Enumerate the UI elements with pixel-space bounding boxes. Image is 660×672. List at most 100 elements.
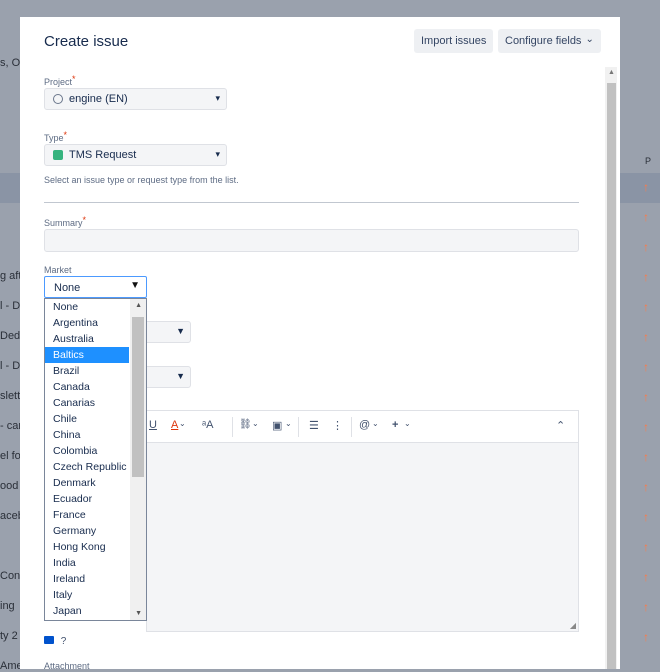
collapse-toolbar-icon[interactable]: ⌃ [556,419,565,432]
priority-arrow-icon: ↑ [643,390,649,404]
priority-arrow-icon: ↑ [643,510,649,524]
priority-arrow-icon: ↑ [643,240,649,254]
field-select-1[interactable]: ▼ [146,321,191,343]
chevron-down-icon: ▾ [215,149,220,159]
chevron-down-icon: ⌄ [285,419,292,428]
market-option[interactable]: Italy [45,587,129,603]
project-value: engine (EN) [69,93,128,105]
description-editor[interactable]: ◢ [146,442,579,632]
market-option[interactable]: Japan [45,603,129,619]
configure-fields-button[interactable]: Configure fields ⌄ [498,29,601,53]
insert-plus-icon[interactable]: + [392,419,398,431]
type-label: Type* [44,130,68,143]
market-value: None [54,282,81,294]
request-type-icon [53,150,63,160]
market-option[interactable]: Ecuador [45,491,129,507]
link-icon[interactable]: ⛓ [239,419,252,430]
dropdown-scrollbar-thumb[interactable] [132,317,144,477]
dropdown-caret-icon: ▼ [130,280,140,291]
market-option[interactable]: China [45,427,129,443]
market-option[interactable]: None [45,299,129,315]
underline-button[interactable]: U [149,419,157,431]
market-option[interactable]: Brazil [45,363,129,379]
priority-arrow-icon: ↑ [643,300,649,314]
background-row-text: l - D [0,360,20,372]
background-row-text: acebo [0,510,20,522]
summary-label: Summary* [44,215,87,228]
more-formatting-button[interactable]: ᵃA [202,419,213,431]
volkswagen-logo-icon [53,94,63,104]
market-option[interactable]: Hong Kong [45,539,129,555]
market-option[interactable]: Canarias [45,395,129,411]
import-issues-button[interactable]: Import issues [414,29,494,53]
scroll-up-arrow-icon[interactable]: ▲ [608,69,615,76]
text-color-button[interactable]: A [171,419,178,431]
market-label: Market [44,265,72,275]
chevron-down-icon: ⌄ [372,419,379,428]
divider [44,202,579,203]
priority-arrow-icon: ↑ [643,270,649,284]
market-option[interactable]: Denmark [45,475,129,491]
summary-input[interactable] [44,229,579,252]
type-select[interactable]: TMS Request ▾ [44,144,227,166]
background-row-text: s, O... [0,57,20,69]
background-row-text: l - D [0,300,20,312]
scroll-down-arrow-icon[interactable]: ▼ [135,610,142,617]
priority-arrow-icon: ↑ [643,180,649,194]
market-option[interactable]: Czech Republic [45,459,129,475]
market-option[interactable]: Chile [45,411,129,427]
market-option[interactable]: Colombia [45,443,129,459]
market-option[interactable]: Germany [45,523,129,539]
help-icon[interactable]: ? [61,636,67,647]
bullet-list-icon[interactable]: ☰ [309,419,319,432]
priority-arrow-icon: ↑ [643,600,649,614]
priority-arrow-icon: ↑ [643,210,649,224]
chevron-down-icon: ▾ [215,93,220,103]
resize-handle-icon[interactable]: ◢ [570,621,576,630]
market-option[interactable]: France [45,507,129,523]
priority-arrow-icon: ↑ [643,360,649,374]
market-option[interactable]: Ireland [45,571,129,587]
market-option[interactable]: Argentina [45,315,129,331]
editor-footer-icons: ? [44,636,66,647]
market-option[interactable]: Australia [45,331,129,347]
chevron-down-icon: ⌄ [252,419,259,428]
chevron-down-icon: ⌄ [585,33,594,45]
background-row-text: ty 2 [0,630,18,642]
create-issue-dialog: Create issue Import issues Configure fie… [20,17,620,669]
priority-arrow-icon: ↑ [643,480,649,494]
market-option[interactable]: Canada [45,379,129,395]
type-hint: Select an issue type or request type fro… [44,175,239,185]
numbered-list-icon[interactable]: ⋮ [332,419,343,432]
attachment-label: Attachment [44,661,90,669]
background-row-text: Ame [0,660,20,672]
market-option[interactable]: Baltics [45,347,129,363]
field-select-2[interactable]: ▼ [146,366,191,388]
chevron-down-icon: ▼ [176,371,185,381]
column-header-p: P [645,156,652,166]
priority-arrow-icon: ↑ [643,540,649,554]
scroll-up-arrow-icon[interactable]: ▲ [135,302,142,309]
attachment-icon[interactable]: ▣ [272,419,282,432]
background-row-text: ood [0,480,19,492]
priority-arrow-icon: ↑ [643,450,649,464]
background-row-text: el for [0,450,20,462]
dialog-title: Create issue [44,33,129,50]
project-select[interactable]: engine (EN) ▾ [44,88,227,110]
dialog-scrollbar-thumb[interactable] [607,83,616,669]
project-label: Project* [44,74,76,87]
priority-arrow-icon: ↑ [643,630,649,644]
market-option[interactable]: India [45,555,129,571]
priority-arrow-icon: ↑ [643,330,649,344]
chevron-down-icon: ⌄ [404,419,411,428]
market-select[interactable]: None ▼ [44,276,147,298]
background-row-text: Conn [0,570,20,582]
mention-icon[interactable]: @ [359,419,370,431]
chevron-down-icon: ▼ [176,326,185,336]
priority-arrow-icon: ↑ [643,570,649,584]
background-row-text: - car [0,420,20,432]
keyboard-icon[interactable] [44,636,54,644]
market-dropdown-list[interactable]: None Argentina Australia Baltics Brazil Canad… [44,298,147,621]
type-value: TMS Request [69,149,137,161]
editor-toolbar: U A ⌄ ᵃA ⛓ ⌄ ▣ ⌄ ☰ ⋮ @ ⌄ + ⌄ ⌃ [146,410,579,442]
